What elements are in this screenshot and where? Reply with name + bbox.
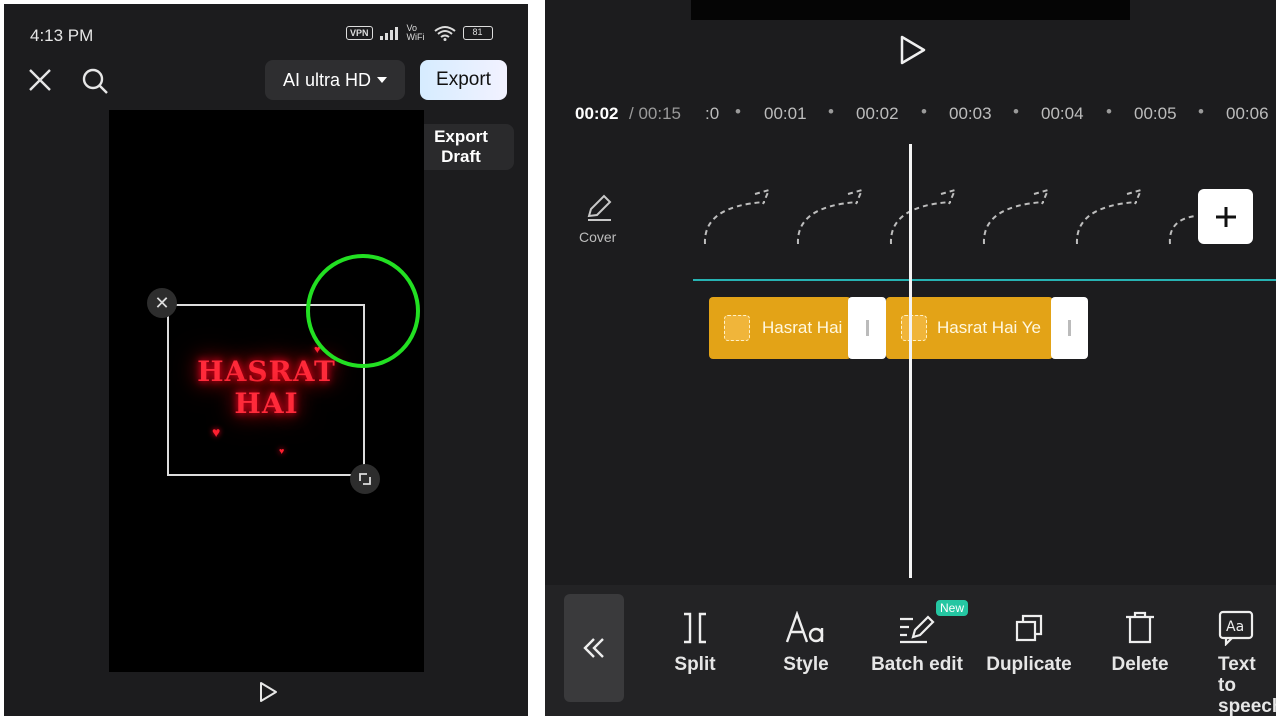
text-to-speech-label: Text to speech [1218, 654, 1276, 716]
duplicate-button[interactable]: Duplicate [974, 608, 1084, 675]
play-icon[interactable] [895, 33, 929, 67]
right-screen: 00:02 / 00:15 :0 • 00:01 • 00:02 • 00:03… [545, 0, 1276, 716]
new-badge: New [936, 600, 969, 616]
text-clip-label: Hasrat Hai [762, 318, 843, 337]
export-button[interactable]: Export [420, 60, 507, 100]
time-tick: 00:01 [764, 104, 807, 123]
quality-dropdown[interactable]: AI ultra HD [265, 60, 405, 100]
highlight-circle [306, 254, 420, 368]
time-tick: 00:03 [949, 104, 992, 123]
duplicate-label: Duplicate [986, 654, 1072, 675]
time-tick: 00:02 [856, 104, 899, 123]
text-clip-icon [724, 315, 750, 341]
time-tick: :0 [705, 104, 720, 123]
text-clip-label: Hasrat Hai Ye [937, 318, 1041, 337]
volte-wifi-label: Vo WiFi [406, 23, 425, 42]
svg-text:Aa: Aa [1226, 619, 1244, 635]
vpn-icon: VPN [346, 26, 373, 40]
status-time: 4:13 PM [30, 26, 94, 45]
split-label: Split [674, 654, 716, 675]
batch-edit-label: Batch edit [871, 654, 963, 675]
duplicate-icon [1015, 614, 1043, 642]
delete-button[interactable]: Delete [1085, 608, 1195, 675]
cover-edit-icon[interactable] [583, 190, 623, 226]
signal-icon [379, 27, 398, 40]
split-button[interactable]: Split [640, 608, 750, 675]
play-icon[interactable] [256, 680, 280, 704]
double-chevron-left-icon [583, 638, 604, 658]
clip-trim-handle[interactable] [1051, 297, 1088, 359]
quality-label: AI ultra HD [282, 69, 372, 90]
close-icon[interactable] [26, 66, 54, 94]
style-button[interactable]: Style [751, 608, 861, 675]
current-time: 00:02 [575, 104, 619, 123]
playhead[interactable] [909, 144, 912, 578]
delete-icon [1126, 611, 1154, 644]
clip-trim-handle[interactable] [848, 297, 886, 359]
plus-icon [1215, 206, 1236, 227]
transition-arrows [703, 188, 1195, 245]
split-icon [684, 612, 706, 644]
caret-down-icon [377, 77, 388, 83]
style-icon [785, 611, 824, 643]
status-icons: VPN Vo WiFi 81 [346, 24, 493, 42]
batch-edit-icon [900, 615, 935, 644]
heart-decoration: ♥ [212, 424, 221, 440]
cover-label[interactable]: Cover [579, 229, 616, 245]
style-label: Style [783, 654, 829, 675]
time-tick: 00:06 [1226, 104, 1269, 123]
search-icon[interactable] [80, 66, 110, 96]
text-to-speech-icon: Aa [1218, 610, 1254, 646]
batch-edit-button[interactable]: Batch edit [862, 608, 972, 675]
wifi-icon [433, 26, 456, 41]
preview-bottom-edge [691, 0, 1130, 20]
delete-label: Delete [1111, 654, 1169, 675]
collapse-toolbar-button[interactable] [564, 594, 624, 702]
time-tick: 00:05 [1134, 104, 1177, 123]
resize-handle-icon[interactable] [350, 464, 380, 494]
heart-decoration: ♥ [279, 446, 285, 456]
timeline-ruler[interactable]: 00:02 / 00:15 :0 • 00:01 • 00:02 • 00:03… [545, 100, 1276, 128]
add-clip-button[interactable] [1198, 189, 1253, 244]
main-track-line [693, 279, 1276, 281]
left-screen: 4:13 PM VPN Vo WiFi 81 AI ultra HD Expor… [4, 4, 528, 716]
text-clip-icon [901, 315, 927, 341]
canvas-text-overlay: HASRAT HAI [197, 355, 336, 420]
total-time: / 00:15 [629, 104, 681, 123]
remove-text-icon[interactable]: ✕ [147, 288, 177, 318]
battery-icon: 81 [462, 26, 493, 40]
text-to-speech-button[interactable]: Aa Text to speech [1196, 608, 1276, 716]
text-clip[interactable]: Hasrat Hai [709, 297, 851, 359]
time-tick: 00:04 [1041, 104, 1084, 123]
